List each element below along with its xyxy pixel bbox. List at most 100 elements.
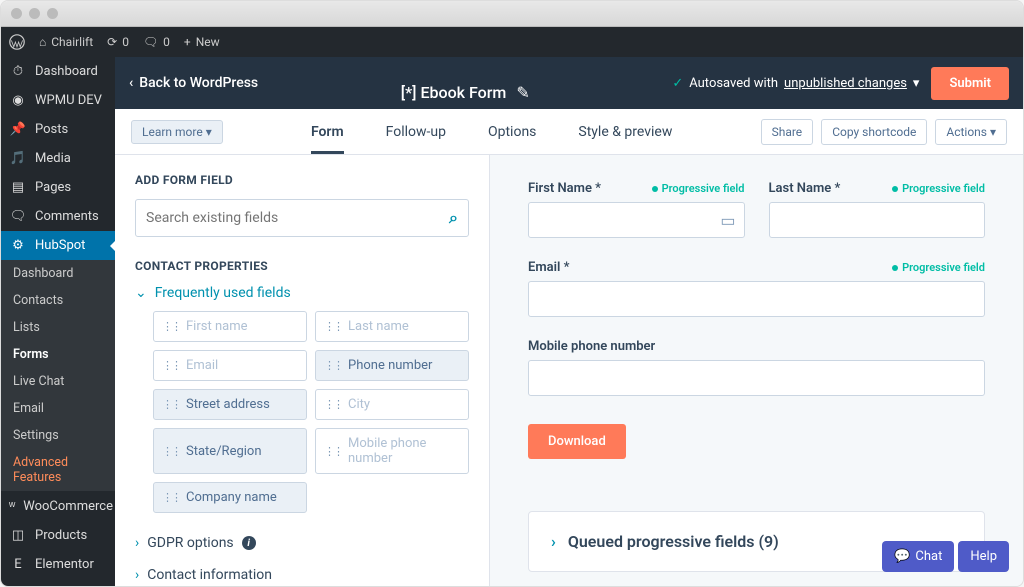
drag-icon: ⋮⋮ xyxy=(162,398,180,411)
sidebar-item-comments[interactable]: 🗨Comments xyxy=(1,202,115,231)
sidebar-item-templates[interactable]: ▦Templates xyxy=(1,579,115,586)
chip-first-name[interactable]: ⋮⋮First name xyxy=(153,311,307,342)
plus-icon: + xyxy=(184,35,191,49)
sub-lists[interactable]: Lists xyxy=(1,314,115,341)
search-icon[interactable]: ⌕ xyxy=(449,208,458,228)
drag-icon: ⋮⋮ xyxy=(162,320,180,333)
refresh-icon: ⟳ xyxy=(107,35,117,49)
sub-email[interactable]: Email xyxy=(1,395,115,422)
sidebar-item-hubspot[interactable]: ⚙HubSpot xyxy=(1,231,115,260)
site-name[interactable]: ⌂ Chairlift xyxy=(39,35,93,49)
hubspot-header: ‹ Back to WordPress [*] Ebook Form ✎ ✓ A… xyxy=(115,57,1023,109)
sidebar-item-products[interactable]: ◫Products xyxy=(1,521,115,550)
chat-button[interactable]: 💬Chat xyxy=(882,541,954,572)
hubspot-submenu: Dashboard Contacts Lists Forms Live Chat… xyxy=(1,260,115,491)
contact-props-heading: CONTACT PROPERTIES xyxy=(135,259,469,273)
hubspot-icon: ⚙ xyxy=(9,238,27,253)
sub-dashboard[interactable]: Dashboard xyxy=(1,260,115,287)
drag-icon: ⋮⋮ xyxy=(162,491,180,504)
autosave-status[interactable]: ✓ Autosaved with unpublished changes ▾ xyxy=(672,76,919,91)
traffic-light-min[interactable] xyxy=(29,8,40,19)
field-email[interactable]: Email *Progressive field xyxy=(528,260,985,317)
sub-livechat[interactable]: Live Chat xyxy=(1,368,115,395)
sidebar-item-posts[interactable]: 📌Posts xyxy=(1,115,115,144)
comments-count[interactable]: 🗨0 xyxy=(143,35,170,49)
learn-more-button[interactable]: Learn more ▾ xyxy=(131,120,223,144)
gauge-icon: ⏱ xyxy=(9,64,27,79)
pin-icon: 📌 xyxy=(9,122,27,137)
comment-icon: 🗨 xyxy=(143,35,158,49)
section-contact[interactable]: ›Contact information xyxy=(135,559,469,586)
chip-company[interactable]: ⋮⋮Company name xyxy=(153,482,307,513)
home-icon: ⌂ xyxy=(39,35,46,49)
actions-button[interactable]: Actions ▾ xyxy=(935,119,1007,145)
chevron-left-icon: ‹ xyxy=(129,75,133,91)
sub-contacts[interactable]: Contacts xyxy=(1,287,115,314)
progressive-badge: Progressive field xyxy=(892,182,985,195)
edit-icon[interactable]: ✎ xyxy=(516,83,529,102)
field-last-name[interactable]: Last Name *Progressive field xyxy=(769,181,986,238)
page-icon: ▤ xyxy=(9,180,27,195)
download-button[interactable]: Download xyxy=(528,424,626,459)
tab-followup[interactable]: Follow-up xyxy=(386,109,446,154)
sub-forms[interactable]: Forms xyxy=(1,341,115,368)
tab-style[interactable]: Style & preview xyxy=(578,109,672,154)
progressive-badge: Progressive field xyxy=(892,261,985,274)
search-input[interactable] xyxy=(146,210,449,226)
chip-street[interactable]: ⋮⋮Street address xyxy=(153,389,307,420)
sub-advanced[interactable]: Advanced Features xyxy=(1,449,115,491)
chevron-right-icon: › xyxy=(135,535,139,551)
mac-titlebar xyxy=(1,1,1023,27)
wp-logo[interactable] xyxy=(9,34,25,50)
copy-shortcode-button[interactable]: Copy shortcode xyxy=(821,119,927,145)
sidebar-item-woo[interactable]: ʷWooCommerce xyxy=(1,491,115,521)
last-name-input[interactable] xyxy=(769,202,986,238)
woo-icon: ʷ xyxy=(9,498,15,514)
freq-used-toggle[interactable]: ⌄Frequently used fields xyxy=(135,285,469,301)
sidebar-item-media[interactable]: 🎵Media xyxy=(1,144,115,173)
mobile-input[interactable] xyxy=(528,360,985,396)
tab-options[interactable]: Options xyxy=(488,109,536,154)
add-field-heading: ADD FORM FIELD xyxy=(135,173,469,187)
field-first-name[interactable]: First Name *Progressive field ▭ xyxy=(528,181,745,238)
wp-sidebar: ⏱Dashboard ◉WPMU DEV 📌Posts 🎵Media ▤Page… xyxy=(1,57,115,586)
sidebar-item-wpmu[interactable]: ◉WPMU DEV xyxy=(1,86,115,115)
site-label: Chairlift xyxy=(51,35,93,49)
drag-icon: ⋮⋮ xyxy=(162,359,180,372)
search-fields[interactable]: ⌕ xyxy=(135,199,469,237)
product-icon: ◫ xyxy=(9,528,27,543)
chip-last-name[interactable]: ⋮⋮Last name xyxy=(315,311,469,342)
wp-admin-bar: ⌂ Chairlift ⟳0 🗨0 +New xyxy=(1,27,1023,57)
updates[interactable]: ⟳0 xyxy=(107,35,129,49)
sidebar-item-pages[interactable]: ▤Pages xyxy=(1,173,115,202)
sidebar-item-dashboard[interactable]: ⏱Dashboard xyxy=(1,57,115,86)
new-content[interactable]: +New xyxy=(184,35,220,49)
chip-state[interactable]: ⋮⋮State/Region xyxy=(153,428,307,474)
section-gdpr[interactable]: ›GDPR options i xyxy=(135,527,469,559)
drag-icon: ⋮⋮ xyxy=(324,398,342,411)
contact-icon: ▭ xyxy=(720,211,735,230)
share-button[interactable]: Share xyxy=(761,119,814,145)
traffic-light-max[interactable] xyxy=(47,8,58,19)
help-button[interactable]: Help xyxy=(958,541,1009,572)
tab-form[interactable]: Form xyxy=(311,109,344,154)
sub-settings[interactable]: Settings xyxy=(1,422,115,449)
field-mobile[interactable]: Mobile phone number xyxy=(528,339,985,396)
traffic-light-close[interactable] xyxy=(11,8,22,19)
sidebar-item-elementor[interactable]: EElementor xyxy=(1,550,115,579)
back-button[interactable]: ‹ Back to WordPress xyxy=(129,75,258,91)
drag-icon: ⋮⋮ xyxy=(324,359,342,372)
progressive-badge: Progressive field xyxy=(652,182,745,195)
chip-phone[interactable]: ⋮⋮Phone number xyxy=(315,350,469,381)
chip-email[interactable]: ⋮⋮Email xyxy=(153,350,307,381)
chevron-down-icon: ▾ xyxy=(206,125,212,139)
page-title[interactable]: [*] Ebook Form ✎ xyxy=(401,83,530,102)
chip-city[interactable]: ⋮⋮City xyxy=(315,389,469,420)
submit-button[interactable]: Submit xyxy=(931,67,1009,100)
field-panel: ADD FORM FIELD ⌕ CONTACT PROPERTIES ⌄Fre… xyxy=(115,155,490,586)
info-icon[interactable]: i xyxy=(242,536,256,550)
email-input[interactable] xyxy=(528,281,985,317)
chip-mobile[interactable]: ⋮⋮Mobile phone number xyxy=(315,428,469,474)
first-name-input[interactable]: ▭ xyxy=(528,202,745,238)
drag-icon: ⋮⋮ xyxy=(162,445,180,458)
